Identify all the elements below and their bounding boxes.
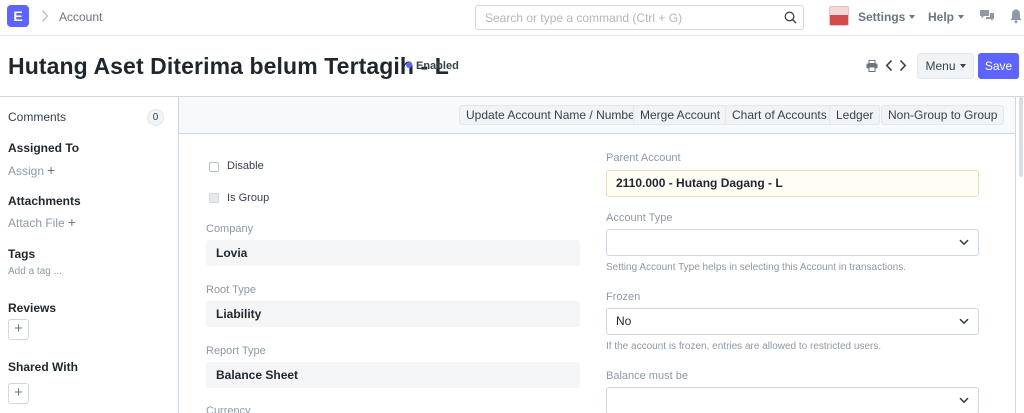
add-review-button[interactable]: +: [8, 319, 29, 340]
scrollbar-thumb[interactable]: [1019, 97, 1023, 177]
top-navbar: E Account Settings Help: [0, 0, 1024, 36]
attachments-heading: Attachments: [8, 194, 81, 208]
parent-account-label: Parent Account: [606, 152, 681, 164]
tags-heading: Tags: [8, 247, 36, 261]
account-type-select[interactable]: [606, 229, 979, 256]
search-bar[interactable]: [475, 5, 804, 30]
report-type-label: Report Type: [206, 345, 266, 357]
page-title: Hutang Aset Diterima belum Tertagih - L: [8, 53, 449, 79]
plus-icon: +: [14, 320, 23, 337]
company-value: Lovia: [206, 240, 580, 266]
assign-link[interactable]: Assign +: [8, 162, 55, 178]
frozen-help: If the account is frozen, entries are al…: [606, 341, 882, 352]
frozen-label: Frozen: [606, 291, 641, 303]
breadcrumb-account[interactable]: Account: [59, 10, 102, 24]
frozen-select[interactable]: No: [606, 308, 979, 335]
comments-count-badge: 0: [147, 109, 164, 126]
caret-down-icon: [958, 14, 965, 19]
is-group-checkbox: [209, 193, 219, 203]
status-label: Enabled: [416, 60, 459, 72]
caret-down-icon: [959, 63, 966, 68]
non-group-to-group-button[interactable]: Non-Group to Group: [881, 105, 1005, 125]
attach-file-link[interactable]: Attach File +: [8, 214, 76, 230]
add-share-button[interactable]: +: [8, 383, 29, 404]
plus-icon: +: [14, 384, 23, 401]
chevron-right-icon[interactable]: [899, 59, 907, 72]
report-type-value: Balance Sheet: [206, 362, 580, 388]
chart-of-accounts-button[interactable]: Chart of Accounts: [725, 105, 834, 125]
save-button[interactable]: Save: [978, 53, 1019, 79]
status-dot-icon: [406, 62, 412, 69]
user-avatar[interactable]: [829, 6, 849, 26]
help-dropdown[interactable]: Help: [928, 10, 965, 24]
plus-icon: +: [47, 162, 56, 178]
assigned-to-heading: Assigned To: [8, 141, 80, 155]
search-icon[interactable]: [784, 11, 797, 24]
search-input[interactable]: [476, 6, 766, 29]
caret-down-icon: [909, 14, 916, 19]
attach-file-label: Attach File: [8, 216, 65, 230]
chevron-right-icon: [41, 10, 49, 22]
merge-account-button[interactable]: Merge Account: [633, 105, 728, 125]
chevron-down-icon: [959, 397, 969, 404]
currency-label: Currency: [206, 405, 251, 413]
form-toolbar: Update Account Name / Number Merge Accou…: [179, 97, 1015, 134]
app-logo[interactable]: E: [7, 5, 29, 27]
reviews-heading: Reviews: [8, 301, 57, 315]
account-type-help: Setting Account Type helps in selecting …: [606, 262, 906, 273]
shared-with-heading: Shared With: [8, 360, 78, 374]
account-type-label: Account Type: [606, 212, 673, 224]
bell-icon[interactable]: [1008, 8, 1024, 24]
balance-must-be-select[interactable]: [606, 387, 979, 413]
root-type-label: Root Type: [206, 284, 256, 296]
menu-button[interactable]: Menu: [917, 53, 974, 79]
update-account-name-button[interactable]: Update Account Name / Number: [459, 105, 646, 125]
company-label: Company: [206, 223, 254, 235]
is-group-label: Is Group: [227, 192, 270, 204]
ledger-button[interactable]: Ledger: [829, 105, 881, 125]
chat-icon[interactable]: [979, 8, 995, 24]
status-indicator: Enabled: [406, 60, 459, 72]
root-type-value: Liability: [206, 301, 580, 327]
settings-dropdown[interactable]: Settings: [858, 10, 916, 24]
settings-label: Settings: [858, 10, 906, 24]
add-tag-link[interactable]: Add a tag ...: [8, 266, 62, 277]
balance-must-be-label: Balance must be: [606, 370, 688, 382]
page-scrollbar[interactable]: [1017, 97, 1024, 413]
disable-checkbox[interactable]: [209, 162, 219, 172]
print-icon[interactable]: [866, 60, 878, 72]
parent-account-field[interactable]: 2110.000 - Hutang Dagang - L: [606, 170, 979, 197]
frozen-value: No: [616, 314, 632, 328]
assign-label: Assign: [8, 164, 45, 178]
form-main: Update Account Name / Number Merge Accou…: [178, 97, 1016, 413]
menu-label: Menu: [925, 59, 956, 73]
disable-label: Disable: [227, 160, 264, 172]
chevron-left-icon[interactable]: [885, 59, 893, 72]
chevron-down-icon: [959, 239, 969, 246]
chevron-down-icon: [959, 318, 969, 325]
plus-icon: +: [67, 214, 76, 230]
comments-label[interactable]: Comments: [8, 110, 66, 124]
help-label: Help: [928, 10, 955, 24]
